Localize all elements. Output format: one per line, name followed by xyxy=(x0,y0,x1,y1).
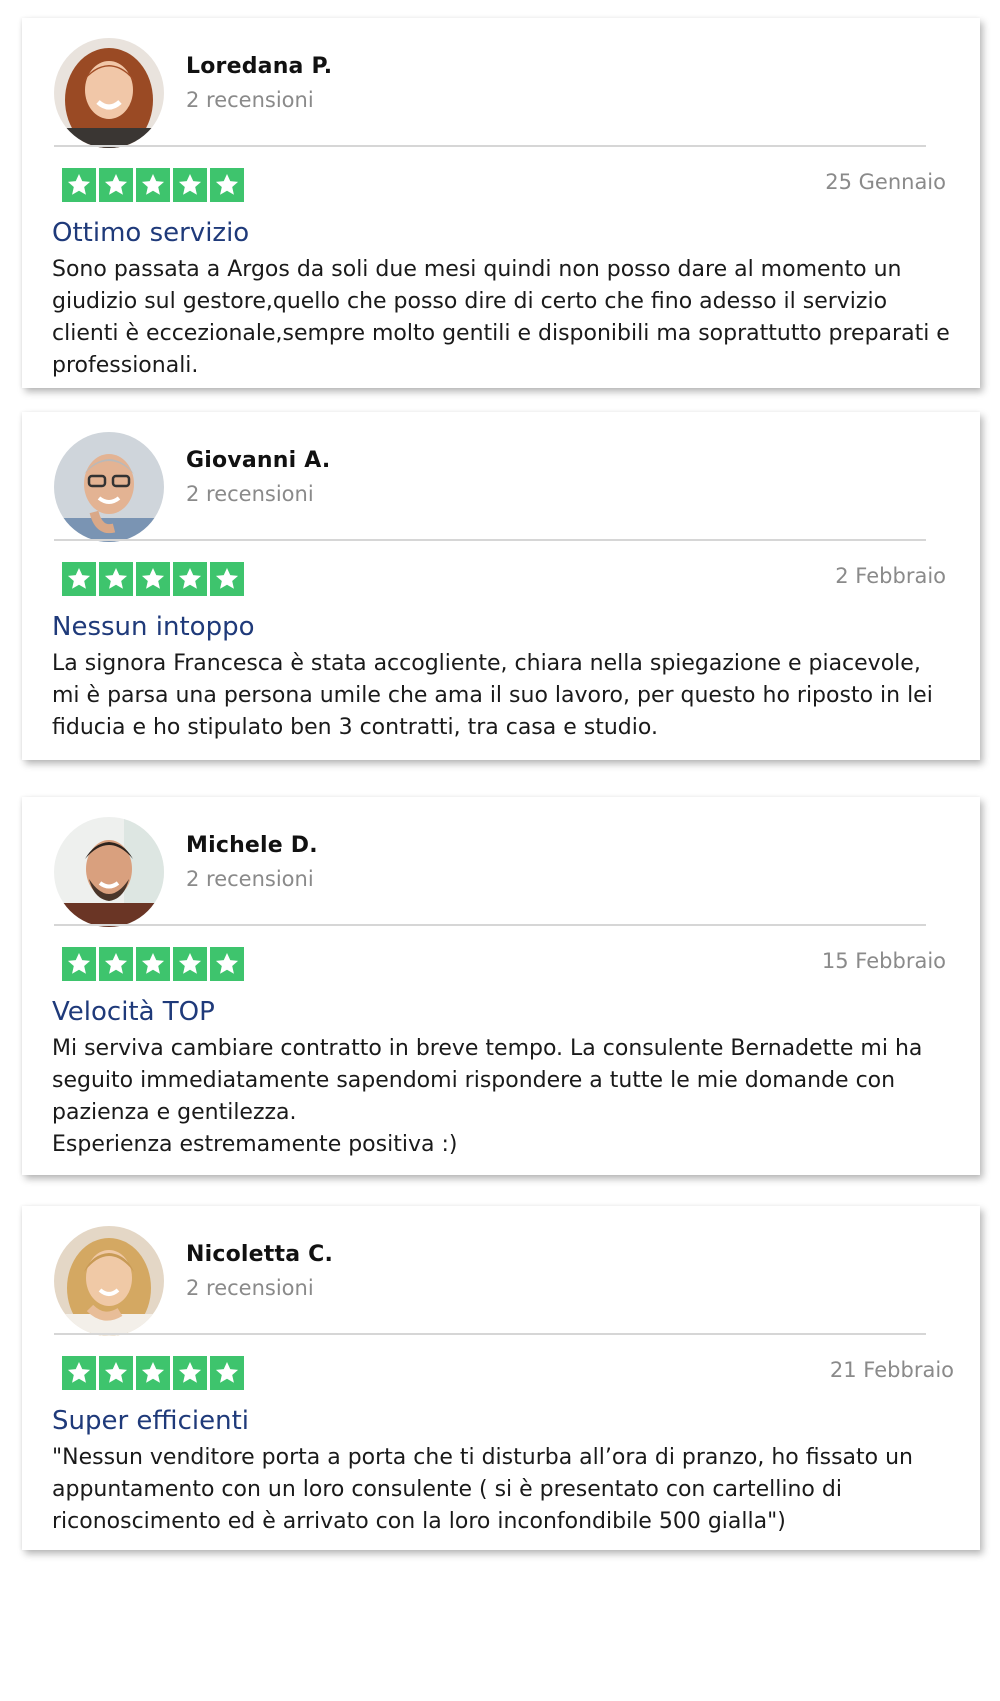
reviewer-name: Giovanni A. xyxy=(186,448,331,473)
avatar xyxy=(54,38,164,148)
star-icon xyxy=(99,168,133,202)
review-date: 21 Febbraio xyxy=(829,1358,954,1382)
reviewer-name: Loredana P. xyxy=(186,54,333,79)
star-icon xyxy=(99,562,133,596)
star-icon xyxy=(62,562,96,596)
star-icon xyxy=(136,1356,170,1390)
star-icon xyxy=(173,1356,207,1390)
reviewer-name: Michele D. xyxy=(186,833,318,858)
avatar xyxy=(54,817,164,927)
divider xyxy=(54,924,926,926)
star-rating xyxy=(62,1356,244,1390)
avatar xyxy=(54,1226,164,1336)
star-rating xyxy=(62,947,244,981)
star-icon xyxy=(173,168,207,202)
review-title: Ottimo servizio xyxy=(52,218,250,248)
review-card: Nicoletta C. 2 recensioni 21 Febbraio Su… xyxy=(22,1206,980,1550)
star-icon xyxy=(62,168,96,202)
review-body: Sono passata a Argos da soli due mesi qu… xyxy=(52,257,950,378)
star-icon xyxy=(210,168,244,202)
star-rating xyxy=(62,168,244,202)
divider xyxy=(54,1333,926,1335)
review-date: 2 Febbraio xyxy=(835,564,946,588)
review-count: 2 recensioni xyxy=(186,1276,314,1300)
review-count: 2 recensioni xyxy=(186,482,314,506)
review-date: 15 Febbraio xyxy=(821,949,946,973)
review-card: Giovanni A. 2 recensioni 2 Febbraio Ness… xyxy=(22,412,980,760)
star-icon xyxy=(99,947,133,981)
review-card: Loredana P. 2 recensioni 25 Gennaio Otti… xyxy=(22,18,980,388)
review-title: Velocità TOP xyxy=(52,997,215,1027)
star-icon xyxy=(173,562,207,596)
star-icon xyxy=(99,1356,133,1390)
divider xyxy=(54,539,926,541)
star-icon xyxy=(210,1356,244,1390)
star-icon xyxy=(136,168,170,202)
divider xyxy=(54,145,926,147)
review-card: Michele D. 2 recensioni 15 Febbraio Velo… xyxy=(22,797,980,1175)
review-date: 25 Gennaio xyxy=(825,170,946,194)
star-icon xyxy=(210,947,244,981)
star-icon xyxy=(173,947,207,981)
review-body: Mi serviva cambiare contratto in breve t… xyxy=(52,1036,923,1157)
star-icon xyxy=(136,562,170,596)
review-title: Nessun intoppo xyxy=(52,612,255,642)
star-icon xyxy=(62,1356,96,1390)
review-count: 2 recensioni xyxy=(186,88,314,112)
review-body: "Nessun venditore porta a porta che ti d… xyxy=(52,1445,913,1534)
star-icon xyxy=(136,947,170,981)
review-body: La signora Francesca è stata accogliente… xyxy=(52,651,933,740)
star-icon xyxy=(62,947,96,981)
star-icon xyxy=(210,562,244,596)
avatar xyxy=(54,432,164,542)
review-title: Super efficienti xyxy=(52,1406,249,1436)
star-rating xyxy=(62,562,244,596)
review-count: 2 recensioni xyxy=(186,867,314,891)
reviewer-name: Nicoletta C. xyxy=(186,1242,334,1267)
